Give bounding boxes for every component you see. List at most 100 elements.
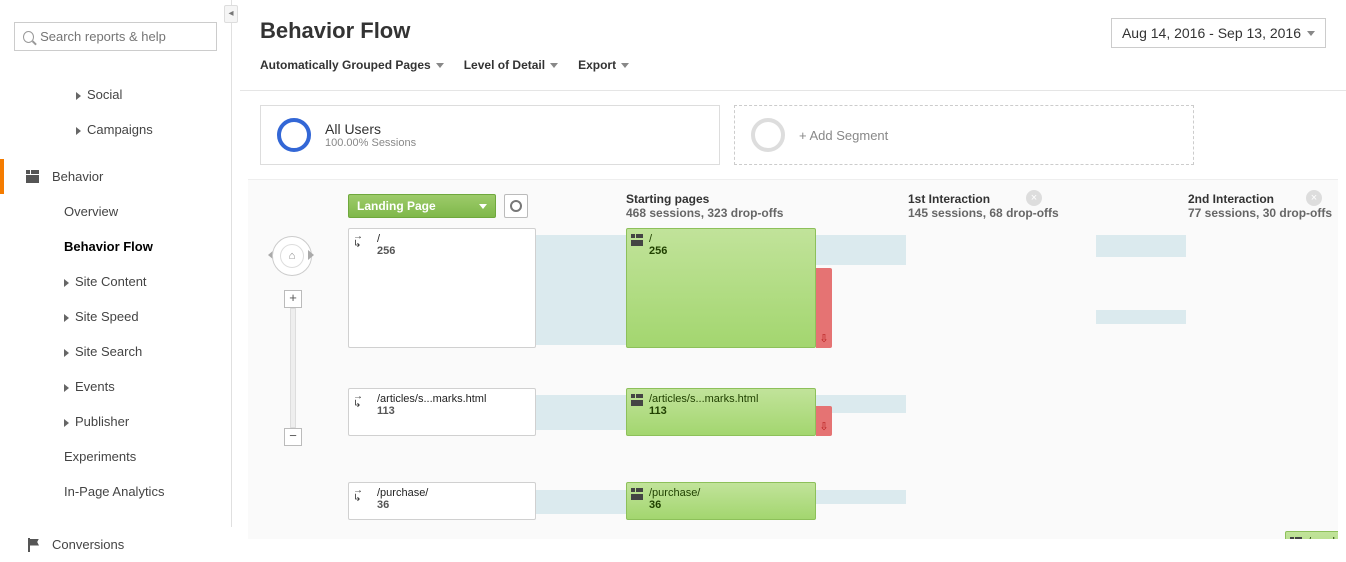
settings-button[interactable]	[504, 194, 528, 218]
node-landing-purchase[interactable]: →↳ /purchase/ 36	[348, 482, 536, 520]
chevron-down-icon	[1307, 31, 1315, 36]
sidebar-collapse[interactable]: ◂	[224, 5, 238, 23]
remove-column-1[interactable]: ×	[1026, 190, 1042, 206]
node-start-articles[interactable]: /articles/s...marks.html 113	[626, 388, 816, 436]
segments-row: All Users 100.00% Sessions + Add Segment	[240, 91, 1346, 179]
date-range-picker[interactable]: Aug 14, 2016 - Sep 13, 2016	[1111, 18, 1326, 48]
node-label: /purchase/	[349, 483, 535, 499]
flag-icon	[26, 538, 40, 552]
chevron-down-icon	[550, 63, 558, 68]
node-label: /articles/s...marks.html	[627, 389, 815, 405]
node-value: 36	[627, 499, 815, 515]
label: Conversions	[52, 537, 124, 552]
nav-overview[interactable]: Overview	[0, 194, 231, 229]
dropoff-arrow-icon: ⇩	[819, 420, 828, 433]
node-value: 256	[349, 245, 535, 261]
page-icon	[631, 488, 643, 500]
main: Behavior Flow Aug 14, 2016 - Sep 13, 201…	[240, 0, 1346, 527]
flow-canvas: Landing Page Starting pages 468 sessions…	[248, 179, 1338, 539]
node-label: /	[627, 229, 815, 245]
home-button[interactable]: ⌂	[272, 236, 312, 276]
flow-link	[816, 235, 906, 265]
label: Landing Page	[357, 199, 436, 213]
chevron-down-icon	[436, 63, 444, 68]
nav-social[interactable]: Social	[0, 77, 231, 112]
label: Export	[578, 58, 616, 72]
arrows-icon: →↳	[353, 233, 363, 249]
remove-column-2[interactable]: ×	[1306, 190, 1322, 206]
node-start-root[interactable]: / 256	[626, 228, 816, 348]
search-container	[14, 22, 217, 51]
caret-icon	[64, 314, 69, 322]
nav-events[interactable]: Events	[0, 369, 231, 404]
search-icon	[23, 31, 34, 43]
arrows-icon: →↳	[353, 393, 363, 409]
caret-icon	[76, 127, 81, 135]
home-icon: ⌂	[280, 244, 304, 268]
flow-link	[816, 490, 906, 504]
zoom-in-button[interactable]: +	[284, 290, 302, 308]
nav-site-content[interactable]: Site Content	[0, 264, 231, 299]
caret-icon	[76, 92, 81, 100]
nav-behavior-flow[interactable]: Behavior Flow	[0, 229, 231, 264]
page-title: Behavior Flow	[260, 18, 410, 44]
behavior-icon	[26, 170, 40, 184]
flow-link	[1096, 235, 1186, 257]
col-sub: 77 sessions, 30 drop-offs	[1188, 206, 1332, 220]
level-detail-dropdown[interactable]: Level of Detail	[464, 58, 558, 80]
chevron-down-icon	[479, 204, 487, 209]
flow-link	[1096, 310, 1186, 324]
chevron-down-icon	[621, 63, 629, 68]
node-start-purchase[interactable]: /purchase/ 36 /purchase/ 69 /how/ 33 / 1…	[626, 482, 816, 520]
col-sub: 468 sessions, 323 drop-offs	[626, 206, 783, 220]
caret-icon	[64, 384, 69, 392]
zoom-slider[interactable]	[290, 308, 296, 428]
add-segment-button[interactable]: + Add Segment	[734, 105, 1194, 165]
label: Site Speed	[75, 309, 139, 324]
nav-site-speed[interactable]: Site Speed	[0, 299, 231, 334]
export-dropdown[interactable]: Export	[578, 58, 629, 80]
nav-experiments[interactable]: Experiments	[0, 439, 231, 474]
page-icon	[631, 234, 643, 246]
sidebar: ◂ Social Campaigns Behavior Overview Beh…	[0, 0, 232, 527]
segment-text: All Users 100.00% Sessions	[325, 121, 416, 149]
label: Behavior Flow	[64, 239, 153, 254]
arrows-icon: →↳	[353, 487, 363, 503]
flow-link	[536, 235, 626, 345]
dropoff-arrow-icon: ⇩	[819, 332, 828, 345]
nav-site-search[interactable]: Site Search	[0, 334, 231, 369]
nav-publisher[interactable]: Publisher	[0, 404, 231, 439]
add-segment-label: + Add Segment	[799, 128, 888, 143]
dropoff-bar: ⇩	[816, 268, 832, 348]
zoom-out-button[interactable]: −	[284, 428, 302, 446]
node-landing-articles[interactable]: →↳ /articles/s...marks.html 113	[348, 388, 536, 436]
flow-link	[536, 395, 626, 430]
caret-icon	[64, 279, 69, 287]
search-input[interactable]	[40, 29, 208, 44]
gear-icon	[510, 200, 522, 212]
nav-campaigns[interactable]: Campaigns	[0, 112, 231, 147]
node-landing-root[interactable]: →↳ / 256	[348, 228, 536, 348]
dropoff-bar: ⇩	[816, 406, 832, 436]
node-label: /purchase/	[627, 483, 815, 499]
label: Site Search	[75, 344, 142, 359]
nav-conversions[interactable]: Conversions	[0, 527, 231, 562]
column-header-starting: Starting pages 468 sessions, 323 drop-of…	[626, 192, 783, 220]
page-icon	[1290, 537, 1302, 539]
nav-next-icon[interactable]	[308, 250, 314, 260]
label: Events	[75, 379, 115, 394]
segment-all-users[interactable]: All Users 100.00% Sessions	[260, 105, 720, 165]
label: Experiments	[64, 449, 136, 464]
nav-behavior[interactable]: Behavior	[0, 159, 231, 194]
node-1st-purchase[interactable]: /purchase/ 69	[1285, 531, 1338, 539]
landing-page-dropdown[interactable]: Landing Page	[348, 194, 496, 218]
segment-circle-icon	[277, 118, 311, 152]
caret-icon	[64, 419, 69, 427]
grouped-pages-dropdown[interactable]: Automatically Grouped Pages	[260, 58, 444, 80]
node-value: 113	[627, 405, 815, 421]
zoom-control: + −	[284, 290, 302, 446]
label: In-Page Analytics	[64, 484, 164, 499]
label: Behavior	[52, 169, 103, 184]
node-label: /articles/s...marks.html	[349, 389, 535, 405]
nav-inpage[interactable]: In-Page Analytics	[0, 474, 231, 509]
